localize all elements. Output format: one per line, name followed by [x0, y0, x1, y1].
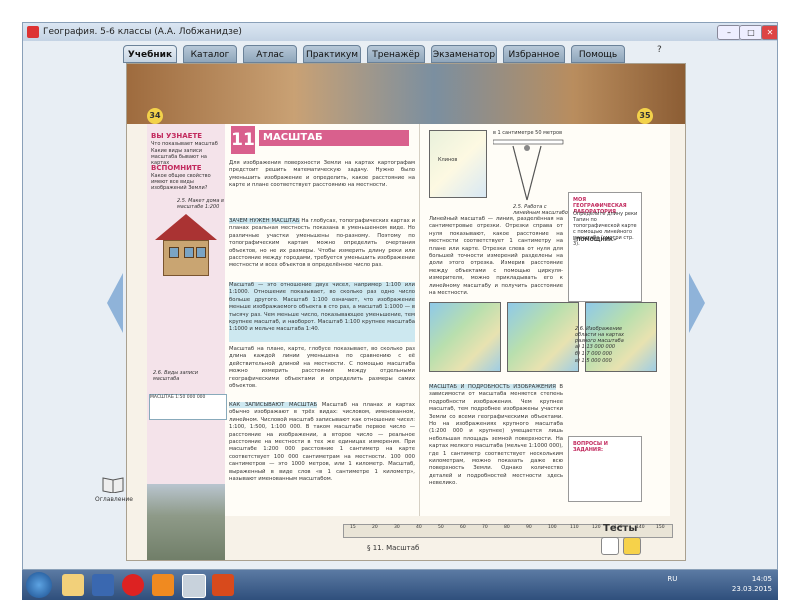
close-button[interactable]: ✕ — [761, 25, 777, 40]
presentation-app-icon[interactable] — [212, 574, 234, 596]
ruler-tick: 70 — [482, 525, 488, 530]
city-aerial-image — [147, 484, 225, 560]
figure-caption-maps: 2.6. Изображение области на картах разно… — [575, 326, 625, 344]
questions-heading: ВОПРОСЫ И ЗАДАНИЯ: — [573, 441, 608, 453]
start-button[interactable] — [26, 572, 52, 598]
page-banner-image — [127, 64, 685, 124]
intro-paragraph: Для изображения поверхности Земли на кар… — [229, 160, 415, 189]
app-window: География. 5-6 классы (А.А. Лобжанидзе) … — [22, 22, 778, 570]
help-question-icon[interactable]: ? — [657, 45, 662, 55]
ruler-tick: 90 — [526, 525, 532, 530]
tab-practicum[interactable]: Практикум — [303, 45, 361, 63]
map-scale-b-image — [507, 302, 579, 372]
tab-atlas[interactable]: Атлас — [243, 45, 297, 63]
scale-notation-box: МАСШТАБ 1:50 000 000 — [149, 394, 227, 420]
lab-helper-heading: «ПОМОЩНИК» — [573, 237, 617, 243]
learn-heading: ВЫ УЗНАЕТЕ — [151, 132, 203, 140]
window-title: География. 5-6 классы (А.А. Лобжанидзе) — [43, 27, 242, 37]
figure-caption-house: 2.5. Макет дома в масштабе 1:200 — [177, 198, 224, 210]
paragraph-6-heading: МАСШТАБ И ПОДРОБНОСТЬ ИЗОБРАЖЕНИЯ — [429, 384, 556, 390]
learn-item-1: Что показывает масштаб — [151, 141, 218, 147]
ruler-tick: 80 — [504, 525, 510, 530]
paragraph-1-heading: ЗАЧЕМ НУЖЕН МАСШТАБ — [229, 218, 300, 224]
topomap-label: Клинов — [438, 157, 458, 163]
page-number-left: 34 — [147, 108, 163, 124]
paragraph-3-text: Масштаб на плане, карте, глобусе показыв… — [229, 346, 415, 390]
questions-card: ВОПРОСЫ И ЗАДАНИЯ: — [568, 436, 642, 502]
paragraph-1-block: ЗАЧЕМ НУЖЕН МАСШТАБ На глобусах, топогра… — [229, 218, 415, 278]
left-page: 11 МАСШТАБ ВЫ УЗНАЕТЕ Что показывает мас… — [147, 124, 419, 560]
tab-help[interactable]: Помощь — [571, 45, 625, 63]
ruler-tick: 120 — [592, 525, 601, 530]
paragraph-4-text: Масштаб на планах и картах обычно изобра… — [229, 402, 415, 483]
clock-time[interactable]: 14:05 — [752, 575, 772, 583]
chapter-title: МАСШТАБ — [259, 130, 409, 146]
recall-item: Какое общее свойство имеют все виды изоб… — [151, 173, 211, 191]
tab-textbook[interactable]: Учебник — [123, 45, 177, 63]
ruler-tick: 150 — [656, 525, 665, 530]
book-icon — [102, 477, 124, 493]
paragraph-4-heading: КАК ЗАПИСЫВАЮТ МАСШТАБ — [229, 402, 318, 408]
chapter-number: 11 — [231, 126, 255, 154]
ruler-tick: 100 — [548, 525, 557, 530]
compass-divider-image — [493, 139, 564, 201]
table-of-contents-button[interactable]: Оглавление — [95, 475, 133, 507]
house-model-image — [155, 214, 217, 284]
explorer-folder-icon[interactable] — [62, 574, 84, 596]
maximize-button[interactable]: □ — [739, 25, 763, 40]
tests-label: Тесты — [603, 523, 638, 534]
paragraph-5-text: Линейный масштаб — линия, разделённая на… — [429, 216, 563, 297]
save-disk-icon[interactable] — [92, 574, 114, 596]
geography-app-icon[interactable] — [182, 574, 206, 598]
paragraph-2-text: Масштаб — это отношение двух чисел, напр… — [229, 282, 415, 342]
tab-trainer[interactable]: Тренажёр — [367, 45, 425, 63]
recall-heading: ВСПОМНИТЕ — [151, 164, 202, 172]
title-bar: География. 5-6 классы (А.А. Лобжанидзе) … — [23, 23, 777, 41]
system-tray: RU 14:05 23.03.2015 — [667, 574, 772, 594]
figure-caption-scales: 2.6. Виды записи масштаба — [153, 370, 199, 382]
ruler-tick: 30 — [394, 525, 400, 530]
minimize-button[interactable]: – — [717, 25, 741, 40]
scale-notation-text: МАСШТАБ 1:50 000 000 — [150, 395, 206, 400]
prev-page-arrow[interactable] — [107, 273, 123, 333]
next-page-arrow[interactable] — [689, 273, 705, 333]
ruler-tick: 110 — [570, 525, 579, 530]
map-scale-a-image — [429, 302, 501, 372]
figure-caption-divider: 2.5. Работа с линейным масштабом — [513, 204, 572, 216]
ruler-tick: 20 — [372, 525, 378, 530]
linear-scale-label: в 1 сантиметре 50 метров — [493, 130, 563, 136]
ruler-tick: 50 — [438, 525, 444, 530]
textbook-spread: 34 35 11 МАСШТАБ ВЫ УЗНАЕТЕ Что показыва… — [126, 63, 686, 561]
map-scale-c-label: в) 1:5 000 000 — [575, 358, 612, 364]
taskbar: RU 14:05 23.03.2015 — [22, 570, 778, 600]
toc-label: Оглавление — [95, 496, 133, 503]
page-number-right: 35 — [637, 108, 653, 124]
app-icon — [27, 26, 39, 38]
paragraph-6-block: МАСШТАБ И ПОДРОБНОСТЬ ИЗОБРАЖЕНИЯ В зави… — [429, 384, 563, 512]
page-footer-section: § 11. Масштаб — [367, 544, 420, 552]
media-player-icon[interactable] — [152, 574, 174, 596]
map-scale-a-label: а) 1:13 000 000 — [575, 344, 616, 350]
topographic-map-image: Клинов — [429, 130, 487, 198]
paragraph-4-block: КАК ЗАПИСЫВАЮТ МАСШТАБ Масштаб на планах… — [229, 402, 415, 512]
tab-catalog[interactable]: Каталог — [183, 45, 237, 63]
paragraph-1-text: На глобусах, топографических картах и пл… — [229, 218, 415, 269]
opera-browser-icon[interactable] — [122, 574, 144, 596]
ruler-tick: 15 — [350, 525, 356, 530]
warning-icon[interactable] — [623, 537, 641, 555]
ruler-tick: 40 — [416, 525, 422, 530]
test-icon[interactable] — [601, 537, 619, 555]
tab-favorites[interactable]: Избранное — [503, 45, 565, 63]
map-scale-b-label: б) 1:7 000 000 — [575, 351, 612, 357]
ruler-tick: 60 — [460, 525, 466, 530]
paragraph-6-text: В зависимости от масштаба меняется степе… — [429, 384, 563, 487]
clock-date[interactable]: 23.03.2015 — [732, 585, 772, 593]
main-tabs: Учебник Каталог Атлас Практикум Тренажёр… — [123, 43, 683, 65]
language-indicator[interactable]: RU — [667, 575, 677, 583]
tab-examiner[interactable]: Экзаменатор — [431, 45, 497, 63]
lab-notebook-card: МОЯ ГЕОГРАФИЧЕСКАЯ ЛАБОРАТОРИЯ Определит… — [568, 192, 642, 302]
